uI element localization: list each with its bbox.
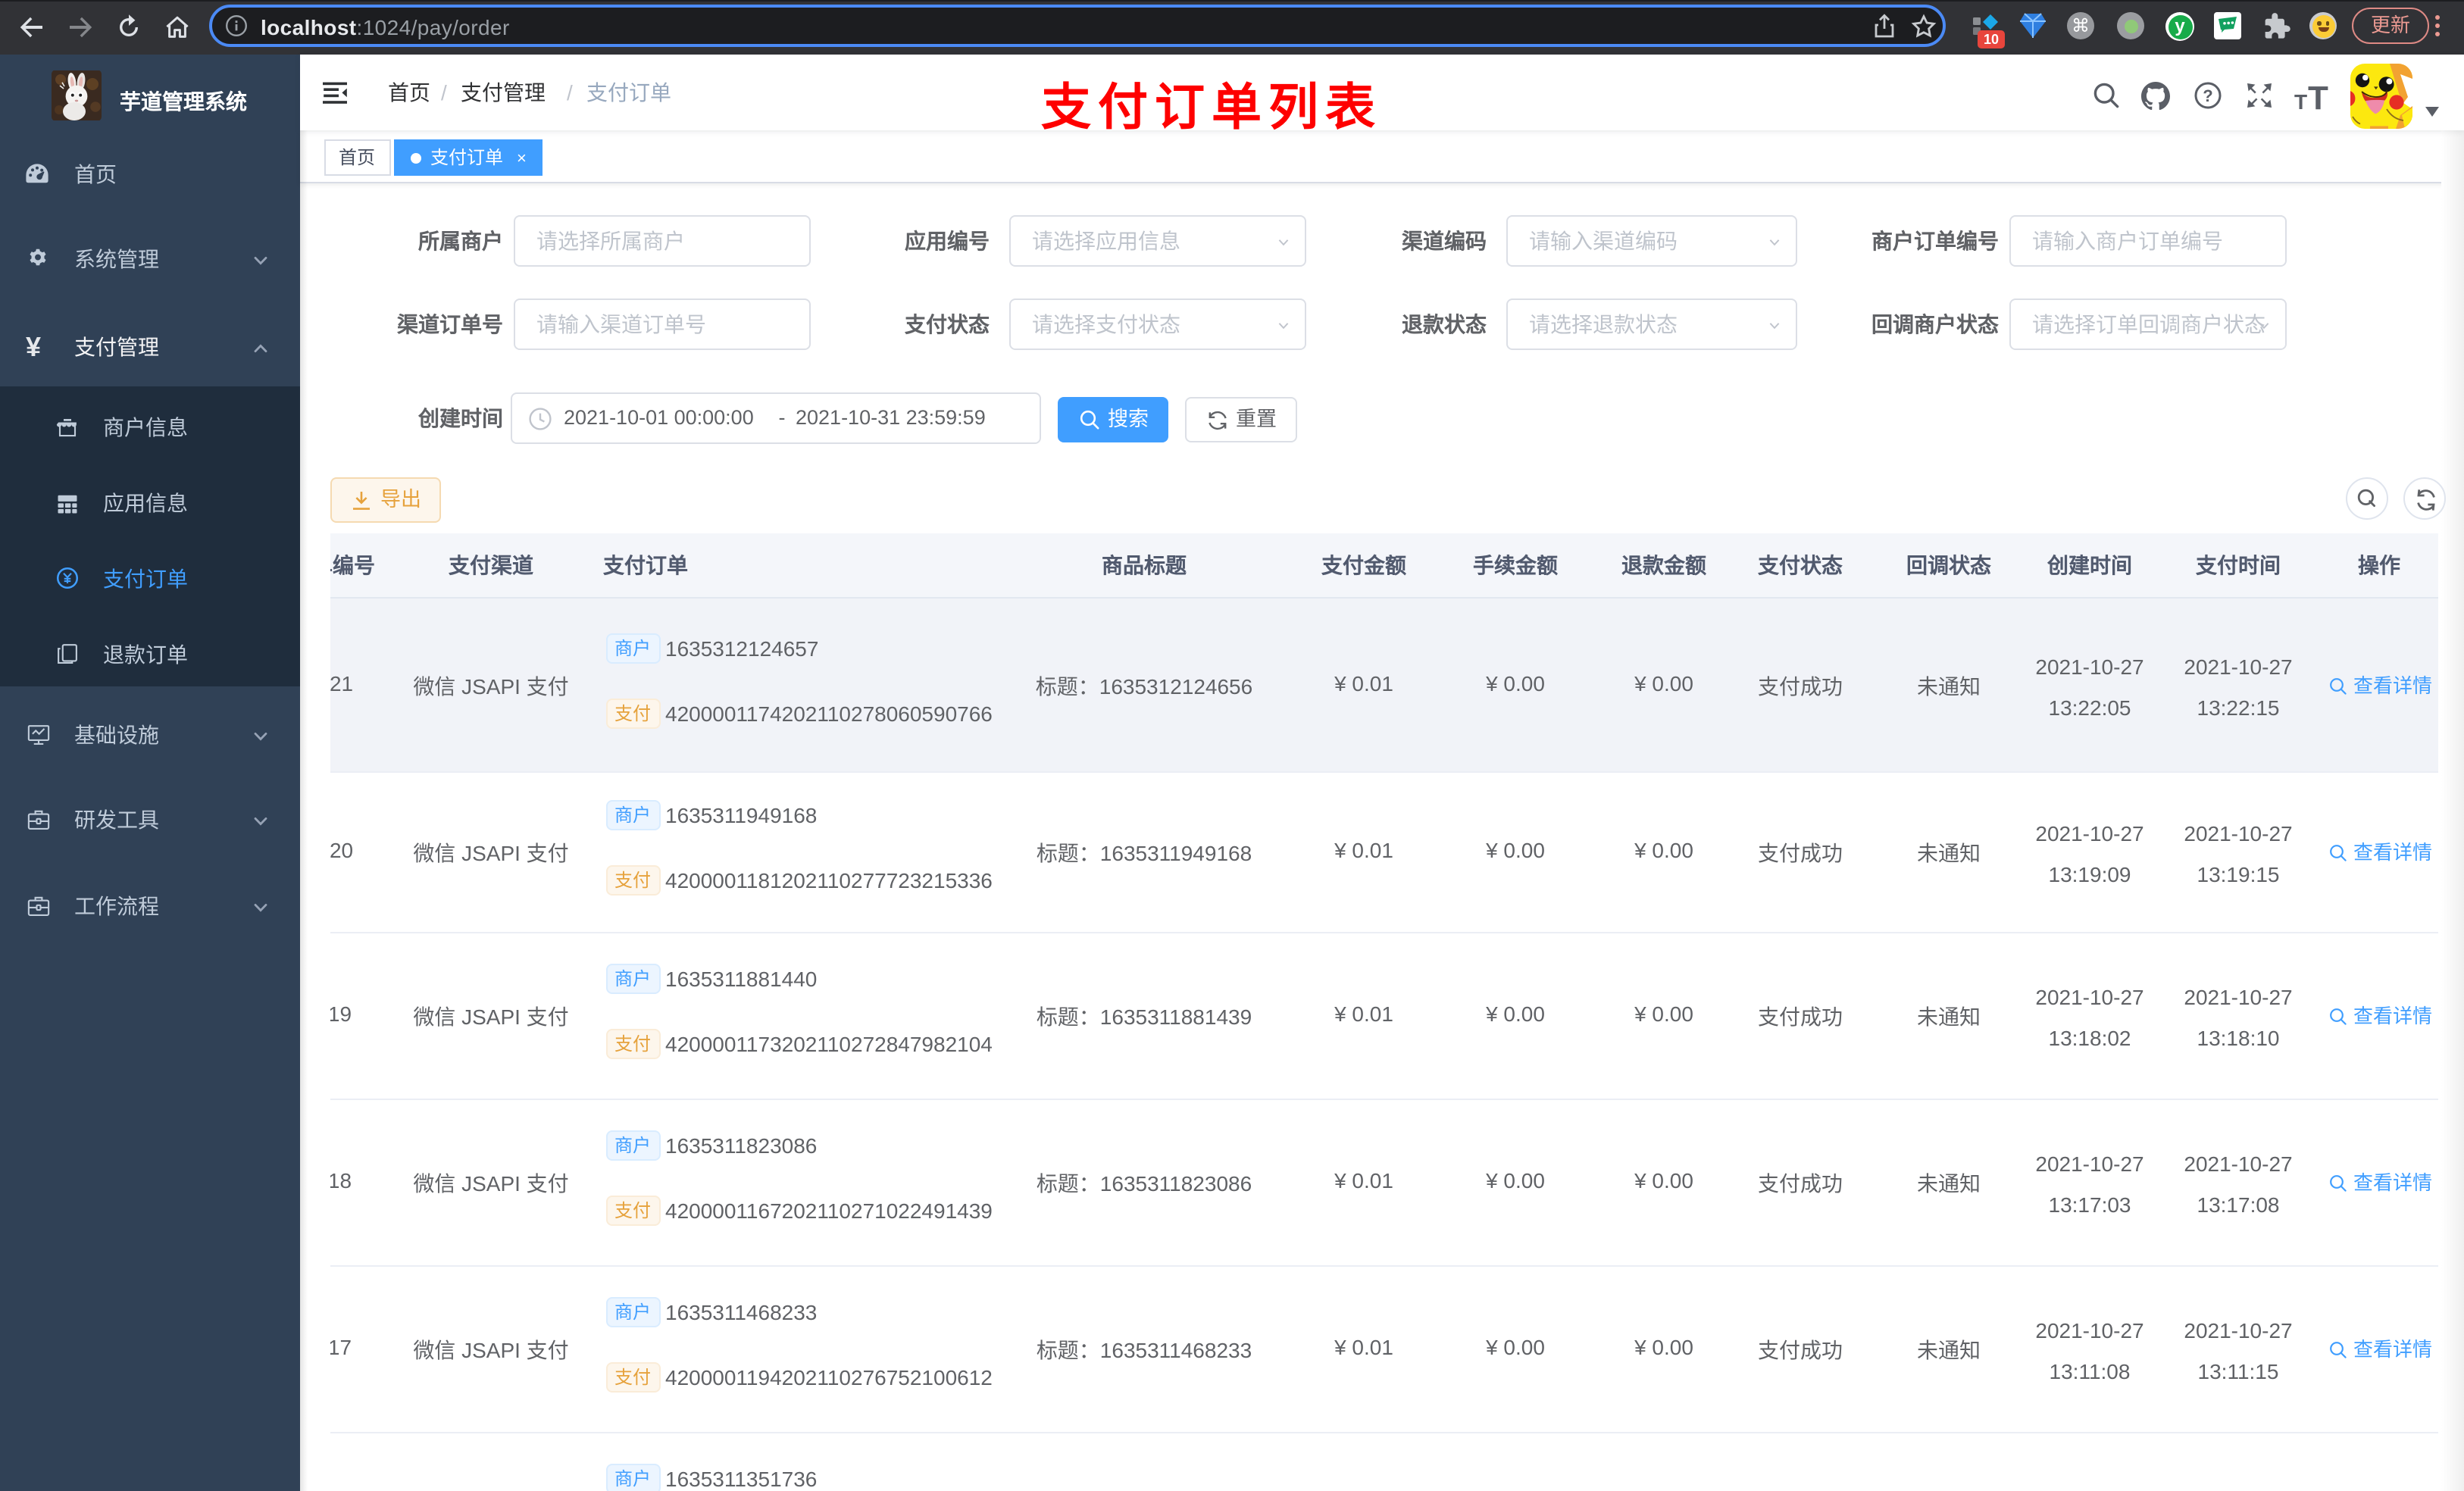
- svg-text:?: ?: [2203, 86, 2212, 105]
